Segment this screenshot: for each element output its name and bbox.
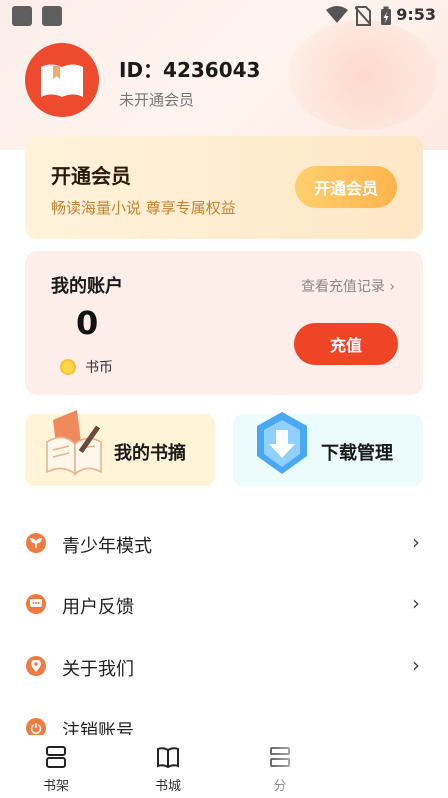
no-sim-icon <box>355 6 371 26</box>
status-bar: 9:53 <box>0 0 448 30</box>
nav-bookshelf[interactable]: 书架 <box>26 741 86 795</box>
location-pin-icon <box>26 656 46 676</box>
coin-label: 书币 <box>85 360 113 376</box>
fade-overlay <box>250 725 448 798</box>
nav-bookstore[interactable]: 书城 <box>138 741 198 795</box>
menu-item-about[interactable]: 关于我们 › <box>0 639 448 695</box>
coin-icon <box>60 359 76 375</box>
member-status: 未开通会员 <box>119 91 195 109</box>
bookshelf-icon <box>46 746 66 768</box>
user-id: ID：4236043 <box>119 58 261 82</box>
wifi-icon <box>326 6 348 23</box>
menu-item-label: 青少年模式 <box>62 536 152 557</box>
my-notes-label: 我的书摘 <box>114 443 186 464</box>
chevron-right-icon: › <box>389 279 395 295</box>
chevron-right-icon: › <box>412 653 420 677</box>
notification-icon <box>12 6 32 26</box>
bookstore-icon <box>157 747 179 769</box>
download-shield-icon <box>257 412 307 474</box>
nav-bookstore-label: 书城 <box>154 779 181 794</box>
menu-item-label: 关于我们 <box>62 659 134 680</box>
sprout-icon <box>26 533 46 553</box>
chevron-right-icon: › <box>412 591 420 615</box>
open-vip-button[interactable]: 开通会员 <box>295 166 397 208</box>
chat-bubble-icon <box>26 594 46 614</box>
open-book-icon <box>41 64 83 97</box>
menu-item-feedback[interactable]: 用户反馈 › <box>0 577 448 633</box>
clock: 9:53 <box>396 5 436 24</box>
vip-title: 开通会员 <box>51 164 131 188</box>
menu-item-label: 用户反馈 <box>62 597 134 618</box>
account-card: 我的账户 查看充值记录 › 0 书币 充值 <box>25 251 423 395</box>
chevron-right-icon: › <box>412 530 420 554</box>
recharge-button[interactable]: 充值 <box>294 323 398 365</box>
menu-item-teen-mode[interactable]: 青少年模式 › <box>0 516 448 572</box>
recharge-record-link[interactable]: 查看充值记录 › <box>301 276 395 296</box>
book-notes-icon <box>46 410 102 476</box>
vip-card[interactable]: 开通会员 畅读海量小说 尊享专属权益 开通会员 <box>25 136 423 239</box>
nav-bookshelf-label: 书架 <box>42 779 69 794</box>
download-manager-label: 下载管理 <box>321 443 393 464</box>
recharge-record-label: 查看充值记录 <box>300 279 385 295</box>
vip-subtitle: 畅读海量小说 尊享专属权益 <box>51 199 236 217</box>
avatar[interactable] <box>25 43 99 117</box>
download-manager-tile[interactable]: 下载管理 <box>233 412 423 486</box>
notification-icon <box>42 6 62 26</box>
account-title: 我的账户 <box>51 276 123 297</box>
coin-balance: 0 <box>76 304 99 342</box>
my-notes-tile[interactable]: 我的书摘 <box>25 410 215 486</box>
battery-charging-icon <box>381 6 391 25</box>
